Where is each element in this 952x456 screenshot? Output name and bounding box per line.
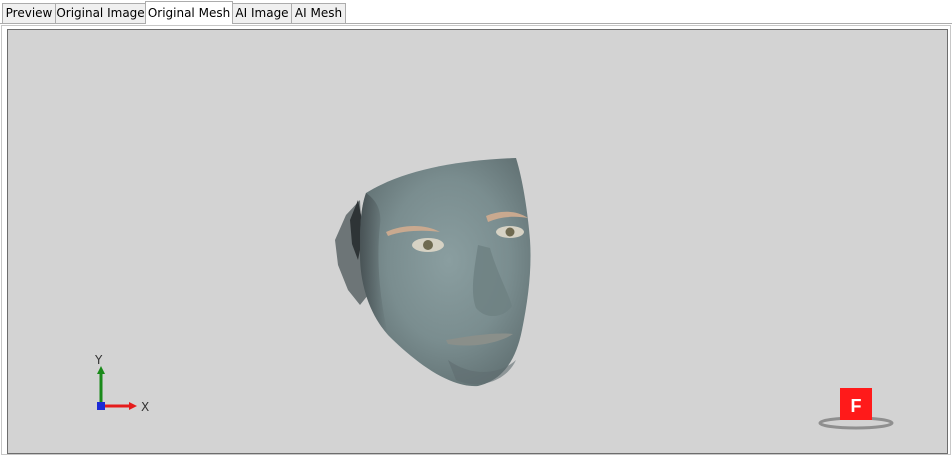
view-cube[interactable]: F: [813, 382, 903, 442]
tab-strip: Preview Original Image Original Mesh AI …: [0, 0, 952, 24]
tab-original-mesh[interactable]: Original Mesh: [145, 1, 233, 24]
tab-original-image[interactable]: Original Image: [55, 3, 146, 23]
left-iris: [423, 240, 433, 250]
view-cube-face-label: F: [851, 396, 862, 416]
tab-preview[interactable]: Preview: [2, 3, 56, 23]
y-axis-arrow: [97, 366, 105, 374]
z-axis-marker: [97, 402, 105, 410]
tab-strip-divider: [0, 23, 952, 24]
axis-triad: Y X: [94, 353, 149, 414]
tab-ai-image[interactable]: AI Image: [232, 3, 292, 23]
mesh-3d-viewport[interactable]: Y X F: [7, 29, 948, 454]
right-iris: [505, 227, 515, 237]
tab-ai-mesh[interactable]: AI Mesh: [291, 3, 346, 23]
y-axis-label: Y: [94, 353, 103, 367]
x-axis-arrow: [129, 402, 137, 410]
face-surface: [360, 158, 531, 387]
x-axis-label: X: [141, 400, 149, 414]
